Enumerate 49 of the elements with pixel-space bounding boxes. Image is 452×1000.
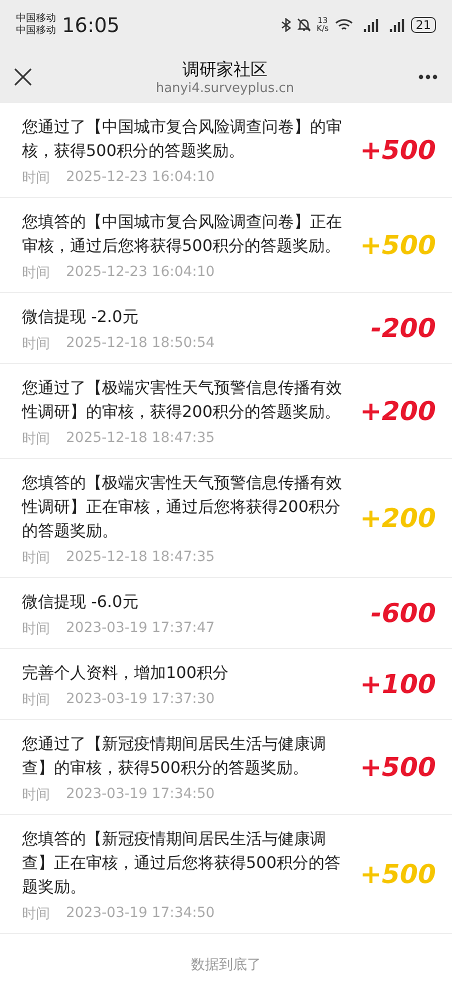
end-of-list-text: 数据到底了: [191, 956, 261, 974]
points-value: +200: [360, 397, 436, 427]
record-time: 2023-03-19 17:37:47: [66, 620, 215, 638]
time-label: 时间: [22, 264, 50, 282]
record-text: 您填答的【极端灾害性天气预警信息传播有效性调研】正在审核，通过后您将获得200积分的答题奖励。: [22, 472, 343, 542]
carrier-label: 中国移动: [16, 25, 56, 37]
battery-level: 21: [410, 17, 436, 33]
time-label: 时间: [22, 691, 50, 709]
record-text: 微信提现 -6.0元: [22, 591, 140, 613]
bluetooth-icon: [280, 18, 291, 32]
record-text: 您填答的【新冠疫情期间居民生活与健康调查】正在审核，通过后您将获得500积分的答题奖励。: [22, 828, 342, 898]
time-label: 时间: [22, 905, 50, 923]
time-label: 时间: [22, 620, 50, 638]
close-icon[interactable]: [14, 68, 32, 86]
record-time: 2023-03-19 17:34:50: [66, 905, 215, 923]
muted-bell-icon: [296, 18, 311, 32]
network-speed: 13 K/s: [316, 17, 329, 33]
time-label: 时间: [22, 430, 50, 448]
record-time: 2025-12-18 18:47:35: [66, 430, 215, 448]
points-value: +500: [360, 231, 436, 261]
record-time: 2023-03-19 17:34:50: [66, 786, 215, 804]
points-value: -200: [370, 314, 436, 344]
points-value: +500: [360, 753, 436, 783]
points-value: -600: [370, 599, 436, 629]
status-time: 16:05: [62, 13, 120, 37]
record-time: 2025-12-23 16:04:10: [66, 264, 215, 282]
record-text: 您通过了【极端灾害性天气预警信息传播有效性调研】的审核，获得200积分的答题奖励。: [22, 377, 343, 423]
time-label: 时间: [22, 549, 50, 567]
record-time: 2025-12-18 18:50:54: [66, 335, 215, 353]
points-value: +500: [360, 860, 436, 890]
record-text: 微信提现 -2.0元: [22, 306, 140, 328]
wifi-icon: [334, 18, 353, 32]
time-label: 时间: [22, 335, 50, 353]
more-icon[interactable]: [418, 74, 438, 80]
time-label: 时间: [22, 786, 50, 804]
record-time: 2025-12-18 18:47:35: [66, 549, 215, 567]
points-value: +100: [360, 670, 436, 700]
record-time: 2025-12-23 16:04:10: [66, 169, 215, 187]
page-title: 调研家社区: [182, 58, 268, 80]
record-text: 您填答的【中国城市复合风险调查问卷】正在审核，通过后您将获得500积分的答题奖励。: [22, 211, 343, 257]
points-value: +500: [360, 136, 436, 166]
record-text: 您通过了【中国城市复合风险调查问卷】的审核，获得500积分的答题奖励。: [22, 116, 343, 162]
record-text: 您通过了【新冠疫情期间居民生活与健康调查】的审核，获得500积分的答题奖励。: [22, 733, 327, 779]
time-label: 时间: [22, 169, 50, 187]
record-time: 2023-03-19 17:37:30: [66, 691, 215, 709]
record-text: 完善个人资料，增加100积分: [22, 662, 230, 684]
carrier-label: 中国移动: [16, 13, 56, 24]
points-value: +200: [360, 504, 436, 534]
page-url: hanyi4.surveyplus.cn: [156, 80, 294, 96]
